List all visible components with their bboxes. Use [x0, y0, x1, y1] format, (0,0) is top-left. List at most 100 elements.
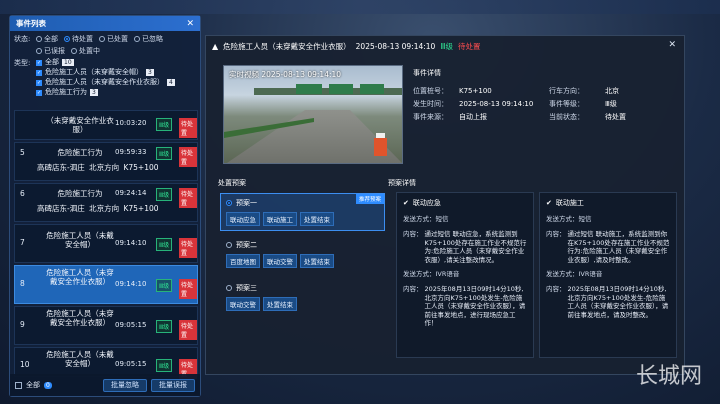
- check-icon: ✔: [546, 199, 552, 207]
- event-item-4[interactable]: （未穿戴安全作业衣服） 10:03:20 Ⅲ级 待处置: [14, 110, 198, 140]
- event-time: 09:05:15: [115, 360, 147, 368]
- radio-icon: [226, 242, 232, 248]
- type-filter: 类型: 全部10 危险施工人员（未穿戴安全帽）3 危险施工人员（未穿戴安全作业衣…: [14, 58, 196, 98]
- event-item-7[interactable]: 7 危险施工人员（未戴安全帽） 09:14:10 Ⅲ级 待处置: [14, 224, 198, 263]
- detail-level: Ⅲ级: [440, 42, 453, 51]
- checkbox-icon: [36, 89, 42, 98]
- event-time: 09:05:15: [115, 321, 147, 329]
- info-row: 事件来源： 自动上报 当前状态： 待处置: [413, 112, 626, 121]
- level-badge: Ⅲ级: [156, 147, 173, 160]
- event-number: 6: [20, 189, 25, 198]
- plan-button[interactable]: 处置结束: [300, 212, 334, 226]
- event-list-header: 事件列表 ✕: [10, 16, 200, 31]
- status-badge: 待处置: [179, 188, 197, 208]
- batch-false-report-button[interactable]: 批量误报: [151, 378, 195, 392]
- level-badge: Ⅲ级: [156, 188, 173, 201]
- event-item-10[interactable]: 10 危险施工人员（未戴安全帽） 09:05:15 Ⅲ级 待处置: [14, 347, 198, 379]
- plan-button[interactable]: 联动交警: [263, 254, 297, 268]
- live-video[interactable]: 实时视频 2025-08-13 09:14:10: [223, 65, 403, 164]
- status-label: 状态:: [14, 35, 31, 43]
- status-processing[interactable]: 处置中: [71, 46, 100, 56]
- level-badge: Ⅲ级: [156, 238, 173, 251]
- type-behavior[interactable]: 危险施工行为3: [36, 88, 196, 98]
- radio-selected-icon: [64, 36, 70, 42]
- status-badge: 待处置: [179, 279, 197, 299]
- status-options: 全部 待处置 已处置 已忽略 已误报 处置中: [36, 34, 196, 56]
- event-list-panel: 事件列表 ✕ 状态: 全部 待处置 已处置 已忽略 已误报 处置中 类型: 全部…: [9, 15, 201, 397]
- close-icon[interactable]: ✕: [668, 40, 676, 50]
- level-badge: Ⅲ级: [156, 279, 173, 292]
- event-number: 9: [20, 320, 25, 329]
- plan-three[interactable]: 预案三 联动交警 处置结束: [220, 278, 385, 316]
- radio-icon: [36, 36, 42, 42]
- event-name: 危险施工人员（未穿戴安全作业衣服）: [46, 309, 114, 327]
- batch-ignore-button[interactable]: 批量忽略: [103, 378, 147, 392]
- status-false-report[interactable]: 已误报: [36, 46, 65, 56]
- status-all[interactable]: 全部: [36, 34, 58, 44]
- video-sign: [329, 84, 353, 94]
- event-item-9[interactable]: 9 危险施工人员（未穿戴安全作业衣服） 09:05:15 Ⅲ级 待处置: [14, 306, 198, 345]
- event-item-8-selected[interactable]: 8 危险施工人员（未穿戴安全作业衣服） 09:14:10 Ⅲ级 待处置: [14, 265, 198, 304]
- level-badge: Ⅲ级: [156, 320, 173, 333]
- event-name: 危险施工行为: [57, 189, 103, 198]
- type-all[interactable]: 全部10: [36, 58, 196, 68]
- status-filter: 状态: 全部 待处置 已处置 已忽略 已误报 处置中: [14, 34, 196, 56]
- status-badge: 待处置: [179, 238, 197, 258]
- event-time: 09:14:10: [115, 239, 147, 247]
- status-pending[interactable]: 待处置: [64, 34, 93, 44]
- event-list: （未穿戴安全作业衣服） 10:03:20 Ⅲ级 待处置 5 危险施工行为 09:…: [14, 110, 198, 379]
- event-info: 事件详情 位置桩号： K75+100 行车方向： 北京 发生时间： 2025-08-1…: [413, 68, 678, 123]
- detail-status: 待处置: [457, 42, 481, 51]
- event-road: 高碑店东-泗庄 北京方向 K75+100: [37, 204, 159, 213]
- checkbox-icon: [36, 69, 42, 78]
- check-icon: ✔: [403, 199, 409, 207]
- info-title: 事件详情: [413, 69, 441, 77]
- type-no-vest[interactable]: 危险施工人员（未穿戴安全作业衣服）4: [36, 78, 196, 88]
- event-time: 10:03:20: [115, 119, 147, 127]
- event-road: 高碑店东-泗庄 北京方向 K75+100: [37, 163, 159, 172]
- status-ignored[interactable]: 已忽略: [134, 34, 163, 44]
- close-icon[interactable]: ✕: [186, 19, 194, 29]
- event-name: 危险施工人员（未戴安全帽）: [46, 350, 114, 368]
- event-name: 危险施工行为: [57, 148, 103, 157]
- watermark-logo: 长城网: [635, 364, 702, 389]
- select-all-checkbox[interactable]: [15, 381, 22, 389]
- event-number: 5: [20, 148, 25, 157]
- radio-icon: [36, 48, 42, 54]
- event-number: 10: [20, 360, 30, 369]
- radio-icon: [99, 36, 105, 42]
- plan-one[interactable]: 推荐预案 预案一 联动应急 联动施工 处置结束: [220, 193, 385, 231]
- plan-button[interactable]: 联动施工: [263, 212, 297, 226]
- status-handled[interactable]: 已处置: [99, 34, 128, 44]
- event-item-6[interactable]: 6 危险施工行为 09:24:14 Ⅲ级 待处置 高碑店东-泗庄 北京方向 K7…: [14, 183, 198, 222]
- event-item-5[interactable]: 5 危险施工行为 09:59:33 Ⅲ级 待处置 高碑店东-泗庄 北京方向 K7…: [14, 142, 198, 181]
- event-number: 8: [20, 279, 25, 288]
- event-name: 危险施工人员（未穿戴安全作业衣服）: [46, 268, 114, 286]
- type-no-helmet[interactable]: 危险施工人员（未穿戴安全帽）3: [36, 68, 196, 78]
- info-row: 发生时间： 2025-08-13 09:14:10 事件等级： Ⅲ级: [413, 99, 617, 108]
- recommend-badge: 推荐预案: [355, 194, 384, 204]
- radio-selected-icon: [226, 200, 232, 206]
- plan-button[interactable]: 处置结束: [300, 254, 334, 268]
- plan-detail-card: ✔ 联动施工 发送方式：短信 内容： 通过短信 联动施工，系统监测到你在K75+10…: [539, 192, 677, 358]
- filter-area: 状态: 全部 待处置 已处置 已忽略 已误报 处置中 类型: 全部10 危险施工…: [10, 31, 200, 98]
- plan-button[interactable]: 联动交警: [226, 297, 260, 311]
- plan-button[interactable]: 百度地图: [226, 254, 260, 268]
- select-all-label: 全部: [26, 381, 40, 389]
- type-label: 类型:: [14, 59, 31, 67]
- event-number: 7: [20, 238, 25, 247]
- plan-button[interactable]: 处置结束: [263, 297, 297, 311]
- plans-title: 处置预案: [218, 179, 246, 187]
- status-badge: 待处置: [179, 118, 197, 138]
- detail-title-bar: ▲ 危险施工人员（未穿戴安全作业衣服） 2025-08-13 09:14:10 …: [212, 41, 480, 52]
- plan-two[interactable]: 预案二 百度地图 联动交警 处置结束: [220, 235, 385, 273]
- info-row: 位置桩号： K75+100 行车方向： 北京: [413, 86, 619, 95]
- status-badge: 待处置: [179, 147, 197, 167]
- checkbox-icon: [36, 79, 42, 88]
- radio-icon: [134, 36, 140, 42]
- radio-icon: [71, 48, 77, 54]
- detail-title: 危险施工人员（未穿戴安全作业衣服）: [223, 42, 351, 51]
- plan-button[interactable]: 联动应急: [226, 212, 260, 226]
- event-time: 09:24:14: [115, 189, 147, 197]
- level-badge: Ⅲ级: [156, 359, 173, 372]
